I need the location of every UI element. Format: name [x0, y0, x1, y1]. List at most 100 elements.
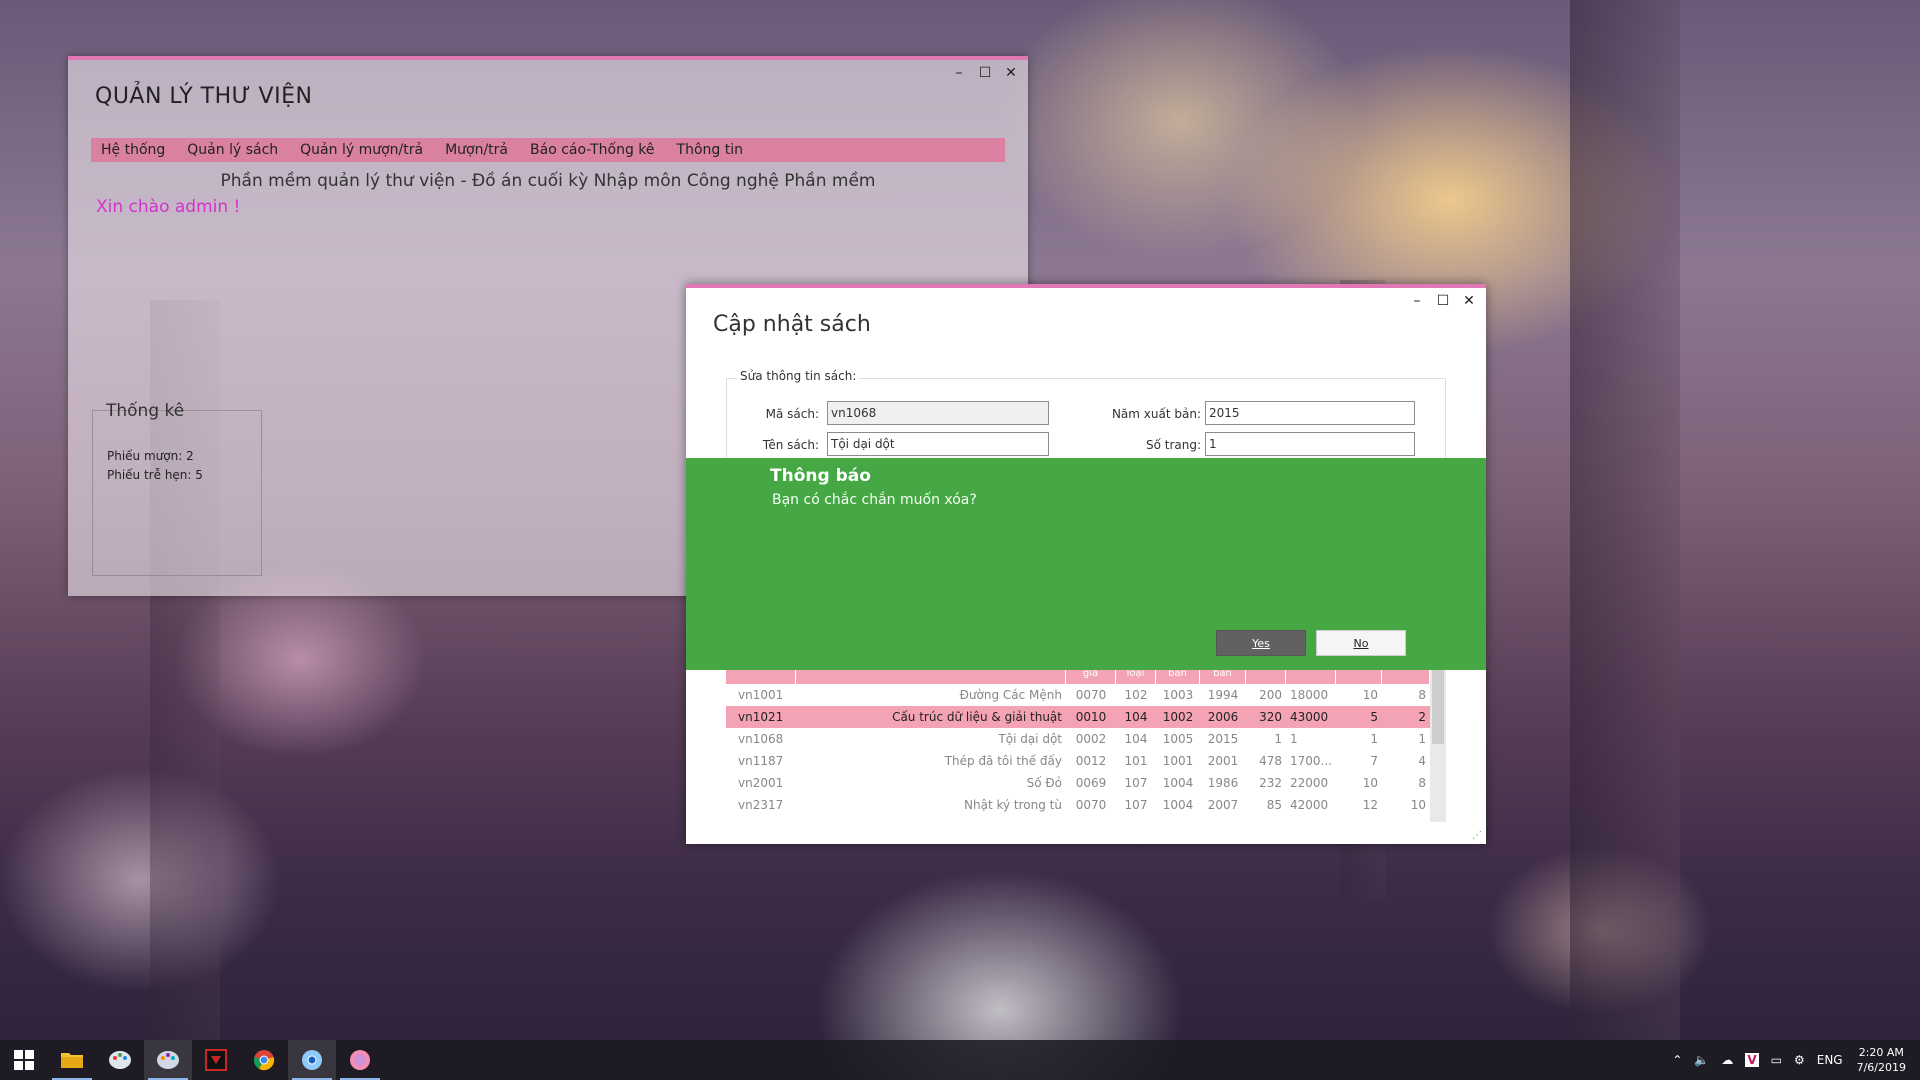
paint-taskbar-button-2[interactable] [144, 1040, 192, 1080]
table-cell: 4 [1418, 754, 1426, 768]
column-header[interactable] [726, 670, 796, 684]
media-app-icon [205, 1049, 227, 1071]
menu-item-quan-ly-sach[interactable]: Quản lý sách [187, 142, 278, 158]
table-cell: 107 [1124, 798, 1148, 812]
menu-item-thong-tin[interactable]: Thông tin [677, 142, 743, 158]
table-cell: Tội dại dột [998, 732, 1062, 746]
settings-icon[interactable]: ⚙ [1794, 1053, 1805, 1067]
media-app-taskbar-button[interactable] [192, 1040, 240, 1080]
table-row[interactable]: vn1068 Tội dại dột 0002 104 1005 2015 1 1 1 1 [726, 728, 1430, 750]
chevron-up-icon[interactable]: ⌃ [1672, 1053, 1682, 1067]
table-row[interactable]: vn2001 Số Đỏ 0069 107 1004 1986 232 22000 10 8 [726, 772, 1430, 794]
menu-item-quan-ly-muon-tra[interactable]: Quản lý mượn/trả [300, 142, 423, 158]
table-row[interactable]: vn1021 Cấu trúc dữ liệu & giải thuật 0010 1… [726, 706, 1430, 728]
menu-item-bao-cao-thong-ke[interactable]: Báo cáo-Thống kê [530, 142, 655, 158]
clock[interactable]: 2:20 AM 7/6/2019 [1857, 1045, 1906, 1075]
column-header[interactable] [1246, 670, 1286, 684]
table-cell: 1004 [1162, 776, 1194, 790]
column-header[interactable] [796, 670, 1066, 684]
taskbar: ⌃ 🔈 ☁ V ▭ ⚙ ENG 2:20 AM 7/6/2019 [0, 1040, 1920, 1080]
year-label: Năm xuất bản: [1111, 407, 1201, 421]
start-button[interactable] [0, 1040, 48, 1080]
folder-icon [61, 1053, 83, 1068]
minimize-button[interactable]: – [952, 65, 966, 81]
window-controls: – ☐ ✕ [1410, 293, 1476, 309]
table-cell: 200 [1259, 688, 1282, 702]
table-cell: 0069 [1075, 776, 1107, 790]
column-header[interactable] [1336, 670, 1382, 684]
close-button[interactable]: ✕ [1462, 293, 1476, 309]
table-row[interactable]: vn1187 Thép đã tôi thế đấy 0012 101 1001 2001… [726, 750, 1430, 772]
maximize-button[interactable]: ☐ [978, 65, 992, 81]
table-cell: Thép đã tôi thế đấy [944, 754, 1062, 768]
pages-field[interactable] [1205, 432, 1415, 456]
menu-item-muon-tra[interactable]: Mượn/trả [445, 142, 508, 158]
table-cell: 1003 [1162, 688, 1194, 702]
book-name-field[interactable] [827, 432, 1049, 456]
table-cell: 101 [1124, 754, 1148, 768]
scrollbar-thumb[interactable] [1432, 670, 1444, 744]
table-cell: 8 [1418, 776, 1426, 790]
column-header[interactable]: loại [1116, 670, 1156, 684]
no-button[interactable]: No [1316, 630, 1406, 656]
app-v-icon[interactable]: V [1745, 1053, 1759, 1067]
table-row[interactable]: vn2317 Nhật ký trong tù 0070 107 1004 2007 85 4… [726, 794, 1430, 816]
network-icon[interactable]: ▭ [1771, 1053, 1782, 1067]
welcome-text: Xin chào admin ! [96, 197, 241, 217]
table-cell: 43000 [1290, 710, 1329, 724]
minimize-button[interactable]: – [1410, 293, 1424, 309]
paint-taskbar-button[interactable] [96, 1040, 144, 1080]
table-cell: 5 [1370, 710, 1378, 724]
table-cell: vn1187 [738, 754, 784, 768]
table-cell: Số Đỏ [1026, 776, 1062, 790]
book-id-field[interactable] [827, 401, 1049, 425]
table-cell: 1005 [1162, 732, 1194, 746]
chrome-dev-taskbar-button[interactable] [288, 1040, 336, 1080]
pink-app-taskbar-button[interactable] [336, 1040, 384, 1080]
table-cell: Cấu trúc dữ liệu & giải thuật [892, 710, 1062, 724]
column-header[interactable]: giả [1066, 670, 1116, 684]
pages-label: Số trang: [1145, 438, 1201, 452]
clock-date: 7/6/2019 [1856, 1061, 1906, 1074]
table-cell: 1 [1418, 732, 1426, 746]
late-slips-count: Phiếu trễ hẹn: 5 [107, 468, 203, 482]
resize-grip-icon[interactable]: ⋰ [1472, 830, 1482, 841]
table-cell: 1986 [1207, 776, 1239, 790]
table-cell: 320 [1259, 710, 1282, 724]
menu-bar: Hệ thống Quản lý sách Quản lý mượn/trả M… [91, 138, 1005, 162]
app-title: QUẢN LÝ THƯ VIỆN [95, 84, 313, 109]
table-cell: Đường Các Mệnh [959, 688, 1062, 702]
table-cell: 2 [1418, 710, 1426, 724]
language-indicator[interactable]: ENG [1817, 1053, 1843, 1067]
table-cell: 2015 [1207, 732, 1239, 746]
table-cell: 1700... [1290, 754, 1332, 768]
table-row[interactable]: vn1001 Đường Các Mệnh 0070 102 1003 1994 200 18… [726, 684, 1430, 706]
year-field[interactable] [1205, 401, 1415, 425]
table-cell: 10 [1410, 798, 1426, 812]
maximize-button[interactable]: ☐ [1436, 293, 1450, 309]
table-cell: 104 [1124, 732, 1148, 746]
palette-icon [157, 1051, 179, 1069]
table-scrollbar[interactable] [1430, 670, 1446, 822]
menu-item-he-thong[interactable]: Hệ thống [101, 142, 165, 158]
close-button[interactable]: ✕ [1004, 65, 1018, 81]
column-header[interactable]: bản [1200, 670, 1246, 684]
file-explorer-taskbar-button[interactable] [48, 1040, 96, 1080]
table-cell: 1 [1274, 732, 1282, 746]
volume-icon[interactable]: 🔈 [1694, 1053, 1709, 1067]
yes-button[interactable]: Yes [1216, 630, 1306, 656]
table-cell: 102 [1124, 688, 1148, 702]
chrome-taskbar-button[interactable] [240, 1040, 288, 1080]
table-cell: 0012 [1075, 754, 1107, 768]
palette-icon [109, 1051, 131, 1069]
table-cell: 85 [1266, 798, 1282, 812]
cloud-icon[interactable]: ☁ [1721, 1053, 1733, 1067]
table-cell: 2007 [1207, 798, 1239, 812]
group-label: Sửa thông tin sách: [737, 369, 860, 383]
table-cell: 478 [1259, 754, 1282, 768]
column-header[interactable] [1382, 670, 1430, 684]
column-header[interactable] [1286, 670, 1336, 684]
table-cell: 1 [1290, 732, 1298, 746]
column-header[interactable]: bản [1156, 670, 1200, 684]
clock-time: 2:20 AM [1858, 1046, 1904, 1059]
